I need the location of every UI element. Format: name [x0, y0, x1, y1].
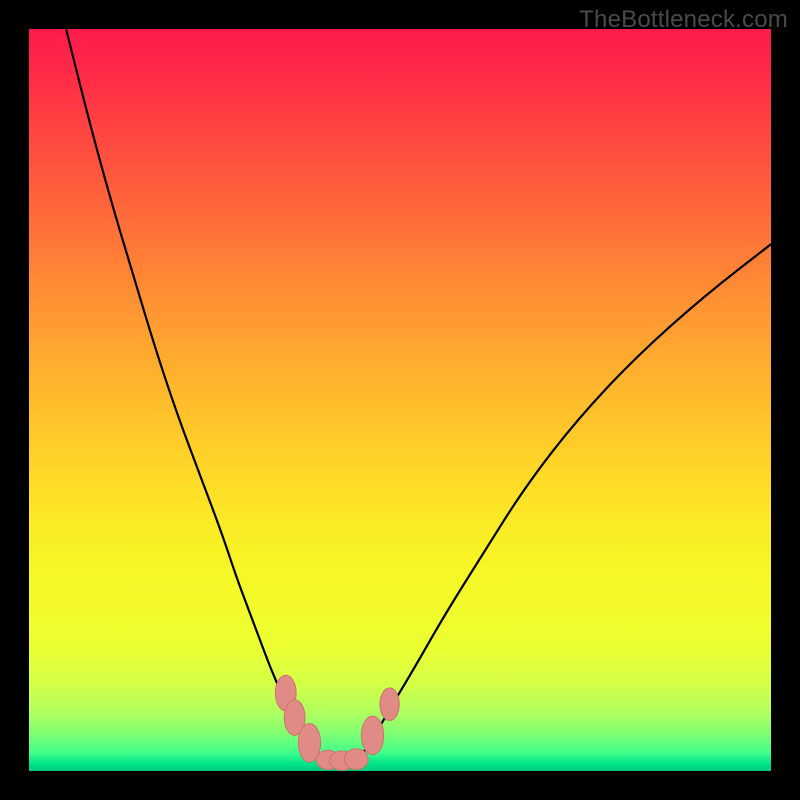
plot-area	[29, 29, 771, 771]
curve-group	[66, 29, 771, 761]
data-marker	[361, 716, 383, 755]
curve-left-branch	[66, 29, 326, 761]
marker-group	[275, 675, 399, 770]
data-marker	[344, 749, 368, 770]
data-marker	[380, 688, 399, 721]
chart-svg	[29, 29, 771, 771]
curve-right-branch	[355, 244, 771, 761]
watermark-text: TheBottleneck.com	[579, 6, 788, 34]
chart-frame: TheBottleneck.com	[0, 0, 800, 800]
